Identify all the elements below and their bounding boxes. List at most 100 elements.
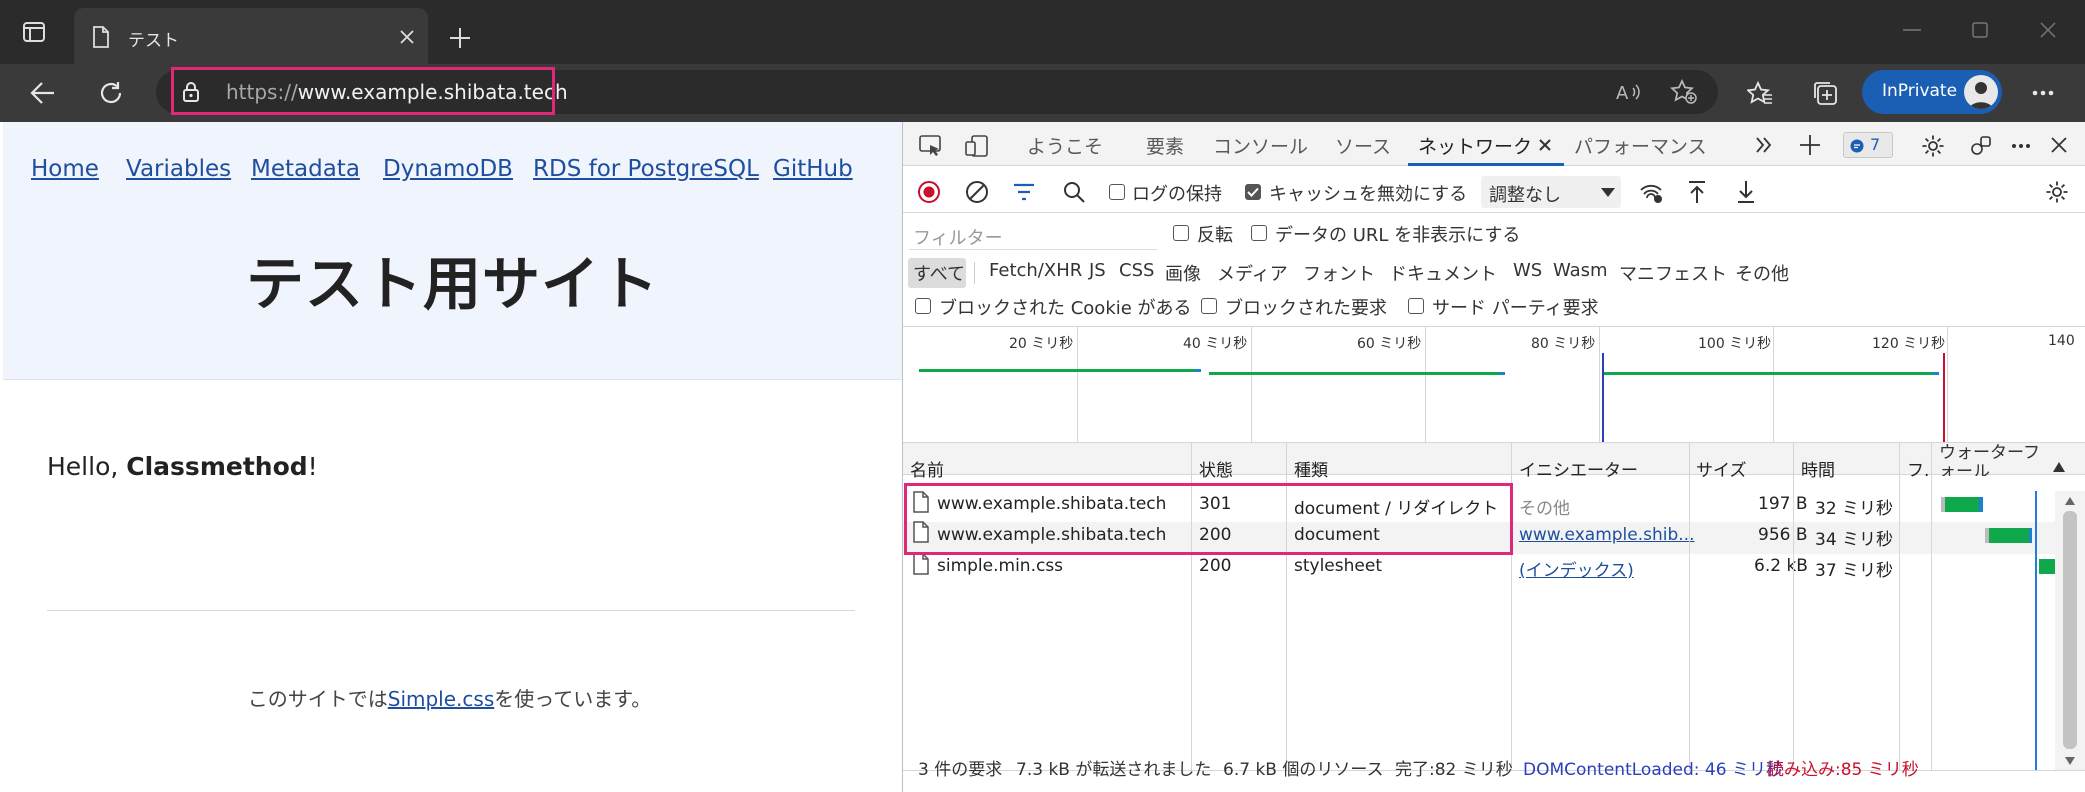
nav-link-home[interactable]: Home	[31, 156, 99, 182]
invert-checkbox[interactable]	[1173, 225, 1189, 241]
tab-performance[interactable]: パフォーマンス	[1574, 132, 1707, 159]
filter-icon[interactable]	[1013, 182, 1035, 202]
type-filter-manifest[interactable]: マニフェスト	[1619, 260, 1727, 286]
blocked-cookies-label: ブロックされた Cookie がある	[939, 298, 1192, 319]
simple-css-link[interactable]: Simple.css	[388, 687, 494, 711]
clear-icon[interactable]	[965, 180, 989, 204]
tab-network[interactable]: ネットワーク	[1418, 132, 1532, 159]
close-window-icon[interactable]	[2040, 22, 2056, 38]
search-icon[interactable]	[1063, 181, 1085, 203]
hide-data-urls-checkbox[interactable]	[1251, 225, 1267, 241]
waterfall-dcl-line	[2035, 491, 2037, 770]
column-header-initiator[interactable]: イニシエーター	[1519, 456, 1638, 481]
nav-link-variables[interactable]: Variables	[126, 156, 231, 182]
more-tabs-icon[interactable]	[1755, 136, 1773, 154]
column-header-type[interactable]: 種類	[1294, 456, 1328, 481]
type-filter-wasm[interactable]: Wasm	[1553, 260, 1608, 281]
type-filter-other[interactable]: その他	[1735, 260, 1789, 286]
footer-suffix: を使っています。	[494, 687, 652, 711]
inprivate-badge[interactable]: InPrivate	[1862, 70, 2002, 114]
nav-link-github[interactable]: GitHub	[773, 156, 853, 182]
nav-link-rds[interactable]: RDS for PostgreSQL	[533, 156, 759, 182]
close-tab-icon[interactable]	[400, 30, 414, 44]
timeline-bar-tail	[1499, 372, 1505, 375]
tab-welcome[interactable]: ようこそ	[1027, 132, 1103, 159]
network-settings-icon[interactable]	[2045, 180, 2069, 204]
close-network-tab-icon[interactable]	[1539, 139, 1551, 151]
row-name[interactable]: simple.min.css	[937, 556, 1063, 576]
type-filter-img[interactable]: 画像	[1165, 260, 1201, 286]
tab-elements[interactable]: 要素	[1146, 132, 1184, 159]
maximize-icon[interactable]	[1972, 22, 1988, 38]
blocked-cookies-checkbox[interactable]	[915, 298, 931, 314]
add-favorite-icon[interactable]	[1670, 79, 1698, 105]
avatar	[1964, 75, 1998, 109]
scroll-down-icon[interactable]	[2065, 757, 2075, 765]
type-filter-font[interactable]: フォント	[1303, 260, 1375, 286]
third-party-checkbox[interactable]	[1408, 298, 1424, 314]
timeline-tick: 140	[2048, 333, 2075, 349]
type-filter-doc[interactable]: ドキュメント	[1389, 260, 1497, 286]
add-tab-icon[interactable]	[1799, 134, 1821, 156]
read-aloud-icon[interactable]: A	[1616, 82, 1642, 102]
blocked-requests-checkbox[interactable]	[1201, 298, 1217, 314]
nav-link-dynamodb[interactable]: DynamoDB	[383, 156, 513, 182]
row-initiator-link[interactable]: www.example.shib...	[1519, 525, 1695, 545]
page-icon	[93, 26, 109, 48]
record-icon[interactable]	[917, 180, 941, 204]
network-conditions-icon[interactable]	[1639, 182, 1663, 204]
browser-tab[interactable]: テスト	[74, 8, 428, 64]
export-har-icon[interactable]	[1736, 180, 1756, 204]
refresh-icon[interactable]	[98, 80, 124, 106]
nav-link-metadata[interactable]: Metadata	[251, 156, 360, 182]
back-icon[interactable]	[30, 80, 56, 106]
timeline-grid-line	[1773, 327, 1774, 442]
tab-console[interactable]: コンソール	[1213, 132, 1308, 159]
throttling-select[interactable]: 調整なし	[1481, 176, 1621, 208]
new-tab-icon[interactable]	[449, 27, 471, 49]
filter-input[interactable]: フィルター	[909, 220, 1157, 250]
type-filter-separator	[974, 262, 975, 284]
disable-cache-checkbox[interactable]	[1245, 184, 1261, 200]
column-header-time[interactable]: 時間	[1801, 456, 1835, 481]
type-filter-css[interactable]: CSS	[1119, 260, 1154, 281]
tab-sources[interactable]: ソース	[1335, 132, 1391, 159]
minimize-icon[interactable]	[1903, 28, 1921, 32]
collections-icon[interactable]	[1812, 80, 1838, 106]
type-filter-js[interactable]: JS	[1089, 260, 1106, 281]
rows-highlight	[904, 483, 1513, 555]
column-header-size[interactable]: サイズ	[1696, 456, 1747, 481]
scrollbar[interactable]	[2055, 491, 2085, 770]
row-initiator-link[interactable]: (インデックス)	[1519, 556, 1634, 581]
devtools-more-icon[interactable]	[2011, 143, 2031, 149]
column-header-name[interactable]: 名前	[910, 456, 944, 481]
type-filter-fetch[interactable]: Fetch/XHR	[989, 260, 1082, 281]
timeline-bar-tail	[1933, 372, 1939, 375]
row-type: stylesheet	[1294, 556, 1382, 576]
favorites-icon[interactable]	[1747, 81, 1773, 105]
column-header-status[interactable]: 状態	[1199, 456, 1233, 481]
more-icon[interactable]	[2032, 90, 2054, 96]
type-filter-all[interactable]: すべて	[913, 260, 965, 286]
type-filter-media[interactable]: メディア	[1217, 260, 1288, 286]
summary-resources: 6.7 kB 個のリソース	[1223, 760, 1384, 780]
type-filter-ws[interactable]: WS	[1513, 260, 1542, 281]
scroll-up-icon[interactable]	[2065, 497, 2075, 505]
throttling-value: 調整なし	[1489, 185, 1561, 206]
sort-up-icon[interactable]	[2053, 462, 2065, 472]
issues-badge[interactable]: 7	[1843, 132, 1893, 158]
device-emulation-icon[interactable]	[965, 134, 989, 158]
inspect-icon[interactable]	[919, 135, 943, 157]
page-title: テスト用サイト	[245, 250, 659, 318]
settings-icon[interactable]	[1921, 134, 1945, 158]
footer-prefix: このサイトでは	[247, 687, 388, 711]
customize-icon[interactable]	[1969, 134, 1993, 158]
preserve-log-checkbox[interactable]	[1109, 184, 1125, 200]
tab-actions-icon[interactable]	[22, 20, 46, 44]
summary-requests: 3 件の要求	[918, 760, 1003, 780]
import-har-icon[interactable]	[1687, 180, 1707, 204]
close-devtools-icon[interactable]	[2051, 137, 2067, 153]
column-header-fulfilled[interactable]: フ.	[1907, 456, 1929, 481]
column-header-waterfall[interactable]: ウォーターフォール	[1939, 444, 2049, 476]
scrollbar-thumb[interactable]	[2063, 511, 2077, 749]
